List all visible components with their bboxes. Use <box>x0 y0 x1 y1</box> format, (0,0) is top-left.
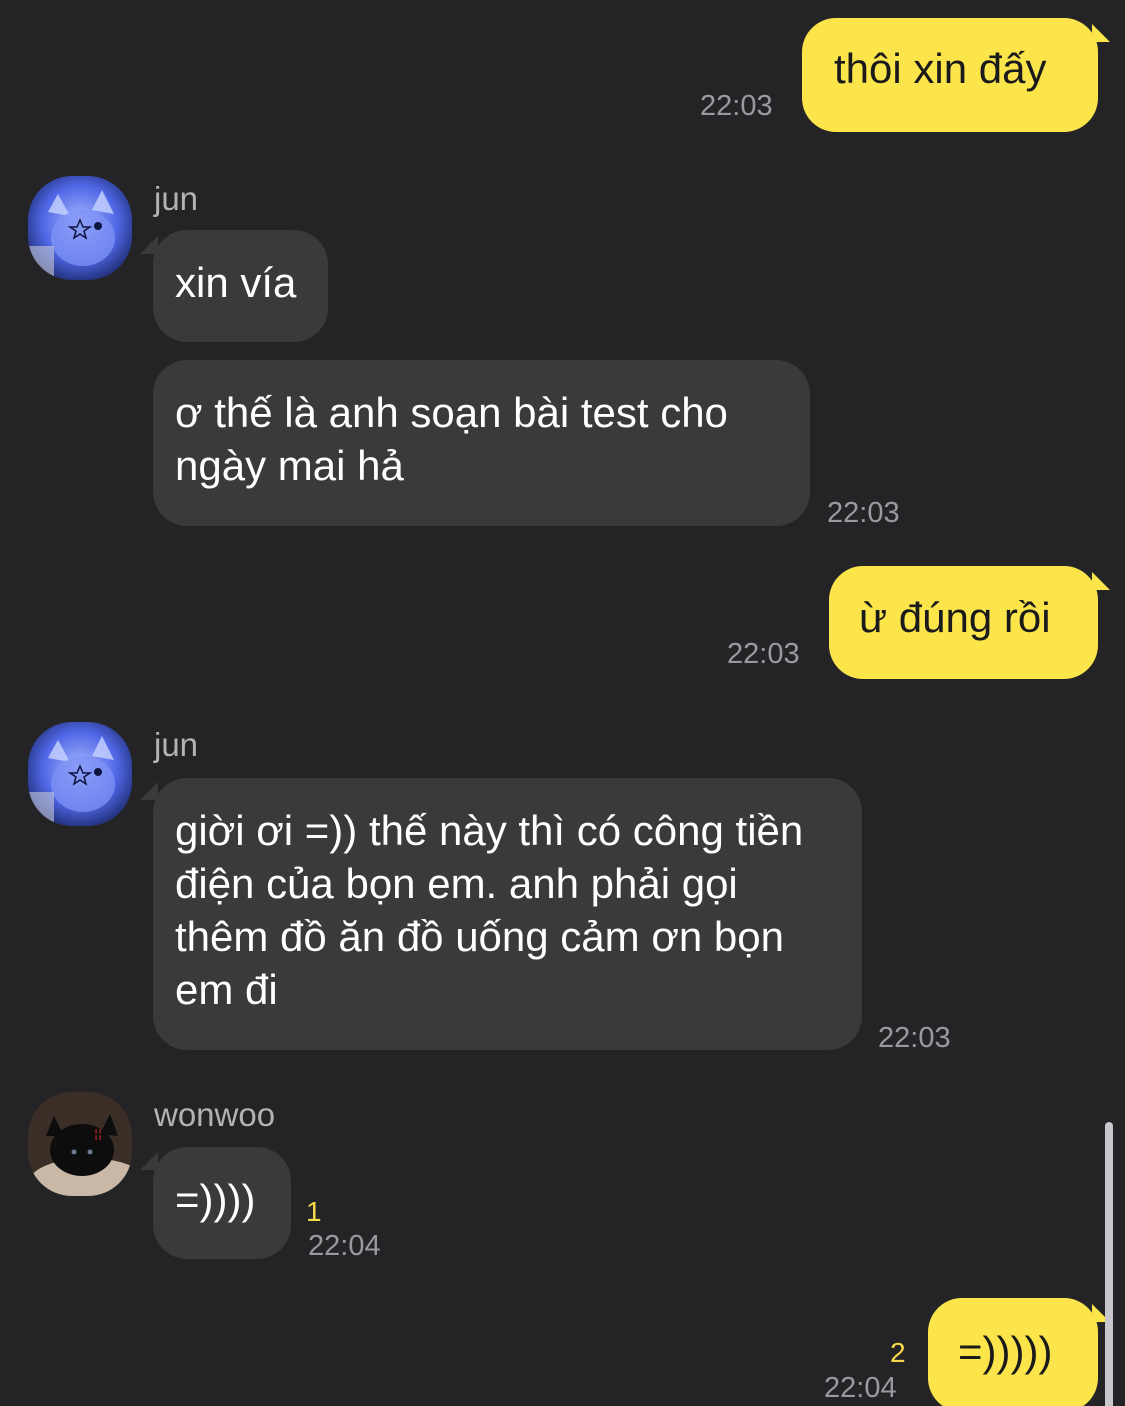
sender-name: jun <box>154 180 199 217</box>
black-cat-avatar-icon: ¦¦ <box>28 1092 132 1196</box>
bubble-tail <box>1092 24 1110 42</box>
message-timestamp: 22:04 <box>824 1372 897 1404</box>
blue-cat-avatar-icon <box>28 722 132 826</box>
their-message-bubble[interactable]: =)))) <box>153 1147 291 1259</box>
their-message-bubble[interactable]: xin vía <box>153 230 328 342</box>
their-message-bubble[interactable]: giời ơi =)) thế này thì có công tiền điệ… <box>153 778 862 1050</box>
message-timestamp: 22:04 <box>308 1230 381 1262</box>
svg-text:¦¦: ¦¦ <box>94 1127 102 1141</box>
chat-thread[interactable]: 22:03 thôi xin đấy jun xin vía ơ thế là … <box>0 0 1125 1406</box>
unread-count: 1 <box>306 1196 322 1227</box>
their-message-bubble[interactable]: ơ thế là anh soạn bài test cho ngày mai … <box>153 360 810 526</box>
message-timestamp: 22:03 <box>878 1022 951 1054</box>
unread-count: 2 <box>890 1337 906 1368</box>
message-timestamp: 22:03 <box>700 90 773 122</box>
wonwoo-avatar[interactable]: ¦¦ <box>28 1092 132 1196</box>
blue-cat-avatar-icon <box>28 176 132 280</box>
jun-avatar[interactable] <box>28 176 132 280</box>
sender-name: wonwoo <box>154 1096 276 1133</box>
my-message-bubble[interactable]: ừ đúng rồi <box>829 566 1098 679</box>
my-message-bubble[interactable]: thôi xin đấy <box>802 18 1098 132</box>
my-message-bubble[interactable]: =))))) <box>928 1298 1098 1406</box>
jun-avatar[interactable] <box>28 722 132 826</box>
message-timestamp: 22:03 <box>727 638 800 670</box>
message-timestamp: 22:03 <box>827 497 900 529</box>
scrollbar[interactable] <box>1105 1122 1113 1406</box>
sender-name: jun <box>154 726 199 763</box>
bubble-tail <box>1092 572 1110 590</box>
